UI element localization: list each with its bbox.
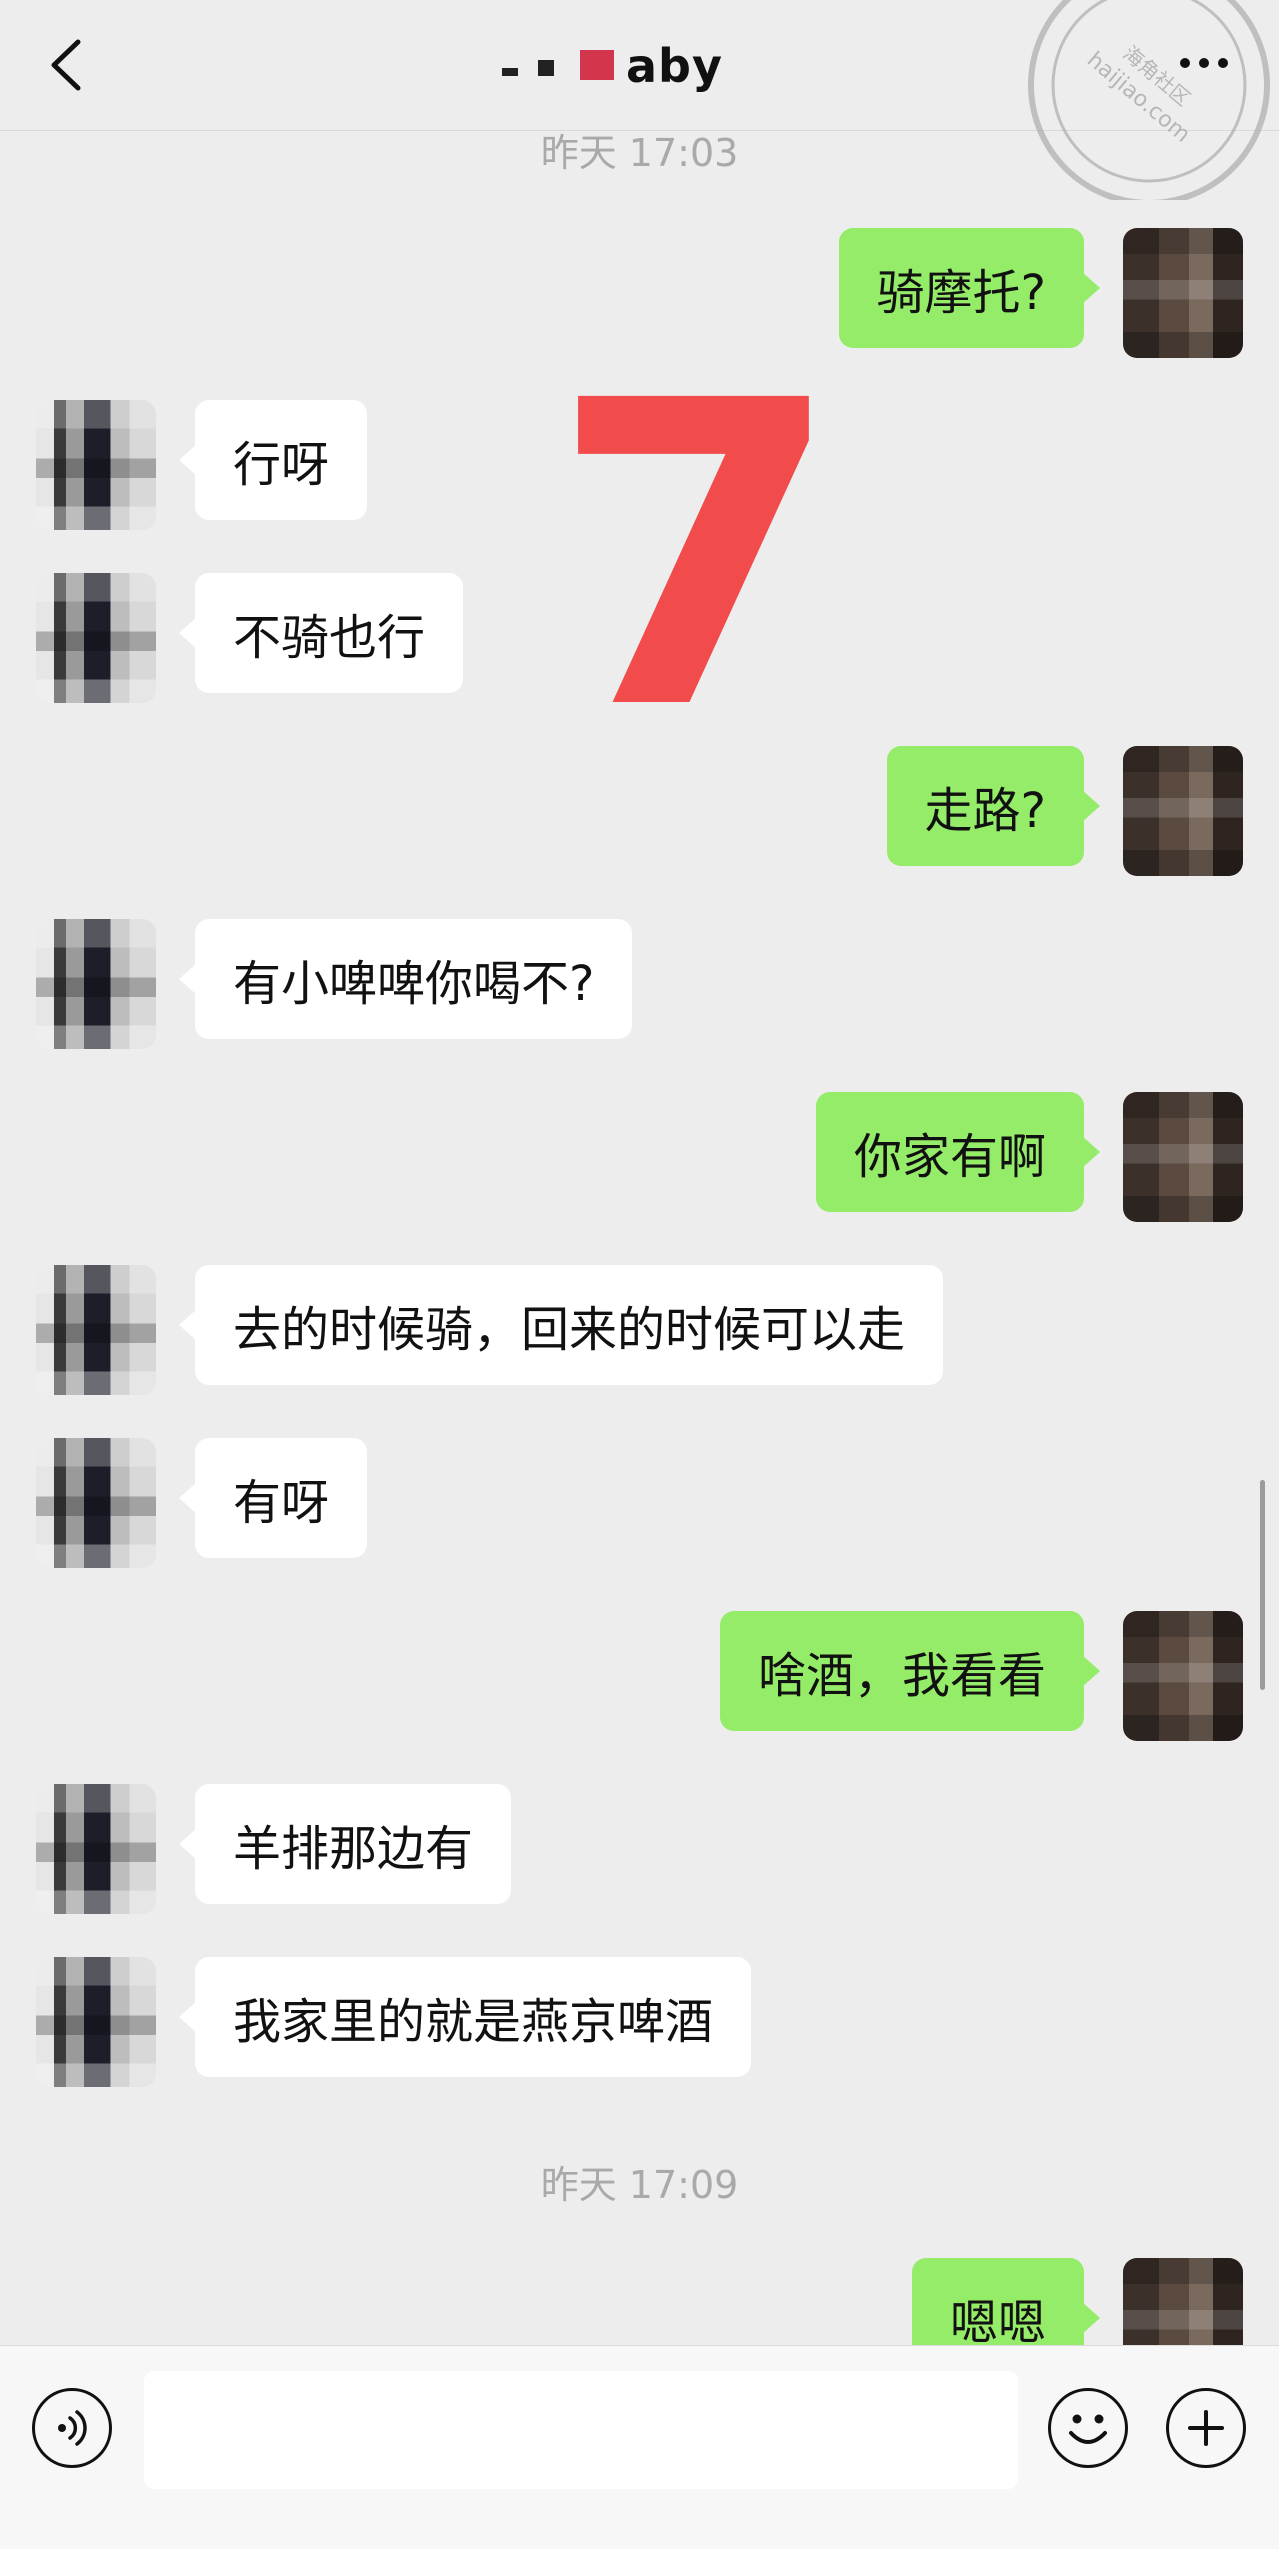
- message-row: 我家里的就是燕京啤酒: [0, 1957, 1279, 2087]
- message-row: 有小啤啤你喝不?: [0, 919, 1279, 1049]
- message-input[interactable]: [144, 2371, 1018, 2489]
- message-bubble[interactable]: 啥酒，我看看: [719, 1611, 1101, 1731]
- message-row: 嗯嗯: [0, 2258, 1279, 2345]
- message-bubble[interactable]: 行呀: [178, 400, 368, 520]
- title-redacted-area: [480, 46, 620, 86]
- contact-avatar[interactable]: [36, 1957, 156, 2087]
- message-list[interactable]: 昨天 17:03 7 骑摩托? 行呀 不骑也行 走路? 有小啤啤你喝不? 你家有…: [0, 130, 1279, 2345]
- input-bar: [0, 2345, 1279, 2549]
- message-bubble[interactable]: 我家里的就是燕京啤酒: [178, 1957, 752, 2077]
- message-row: 有呀: [0, 1438, 1279, 1568]
- contact-avatar[interactable]: [36, 1265, 156, 1395]
- message-row: 去的时候骑，回来的时候可以走: [0, 1265, 1279, 1395]
- my-avatar[interactable]: [1123, 1611, 1243, 1741]
- message-bubble[interactable]: 有呀: [178, 1438, 368, 1558]
- emoji-icon: [1069, 2414, 1107, 2444]
- message-bubble[interactable]: 走路?: [886, 746, 1101, 866]
- message-row: 啥酒，我看看: [0, 1611, 1279, 1741]
- message-row: 羊排那边有: [0, 1784, 1279, 1914]
- contact-avatar[interactable]: [36, 1784, 156, 1914]
- message-bubble[interactable]: 不骑也行: [178, 573, 464, 693]
- emoji-button[interactable]: [1048, 2388, 1128, 2468]
- scrollbar[interactable]: [1260, 1480, 1265, 1690]
- plus-icon: [1188, 2410, 1224, 2446]
- contact-avatar[interactable]: [36, 573, 156, 703]
- message-bubble[interactable]: 你家有啊: [815, 1092, 1101, 1212]
- message-bubble[interactable]: 羊排那边有: [178, 1784, 512, 1904]
- red-number-overlay: 7: [550, 313, 843, 802]
- my-avatar[interactable]: [1123, 746, 1243, 876]
- voice-button[interactable]: [32, 2388, 112, 2468]
- chat-title: aby: [480, 36, 723, 96]
- watermark-stamp: 海角社区 haijiao.com: [1028, 0, 1270, 200]
- contact-avatar[interactable]: [36, 400, 156, 530]
- my-avatar[interactable]: [1123, 228, 1243, 358]
- contact-avatar[interactable]: [36, 919, 156, 1049]
- timestamp: 昨天 17:09: [540, 2163, 739, 2207]
- my-avatar[interactable]: [1123, 2258, 1243, 2345]
- message-bubble[interactable]: 去的时候骑，回来的时候可以走: [178, 1265, 944, 1385]
- chat-title-text: aby: [626, 39, 723, 93]
- message-bubble[interactable]: 骑摩托?: [838, 228, 1101, 348]
- message-bubble[interactable]: 有小啤啤你喝不?: [178, 919, 633, 1039]
- back-arrow-icon: [51, 39, 81, 91]
- voice-icon: [58, 2410, 87, 2446]
- contact-avatar[interactable]: [36, 1438, 156, 1568]
- my-avatar[interactable]: [1123, 1092, 1243, 1222]
- message-row: 你家有啊: [0, 1092, 1279, 1222]
- message-bubble[interactable]: 嗯嗯: [911, 2258, 1101, 2345]
- plus-button[interactable]: [1166, 2388, 1246, 2468]
- back-button[interactable]: [40, 30, 90, 100]
